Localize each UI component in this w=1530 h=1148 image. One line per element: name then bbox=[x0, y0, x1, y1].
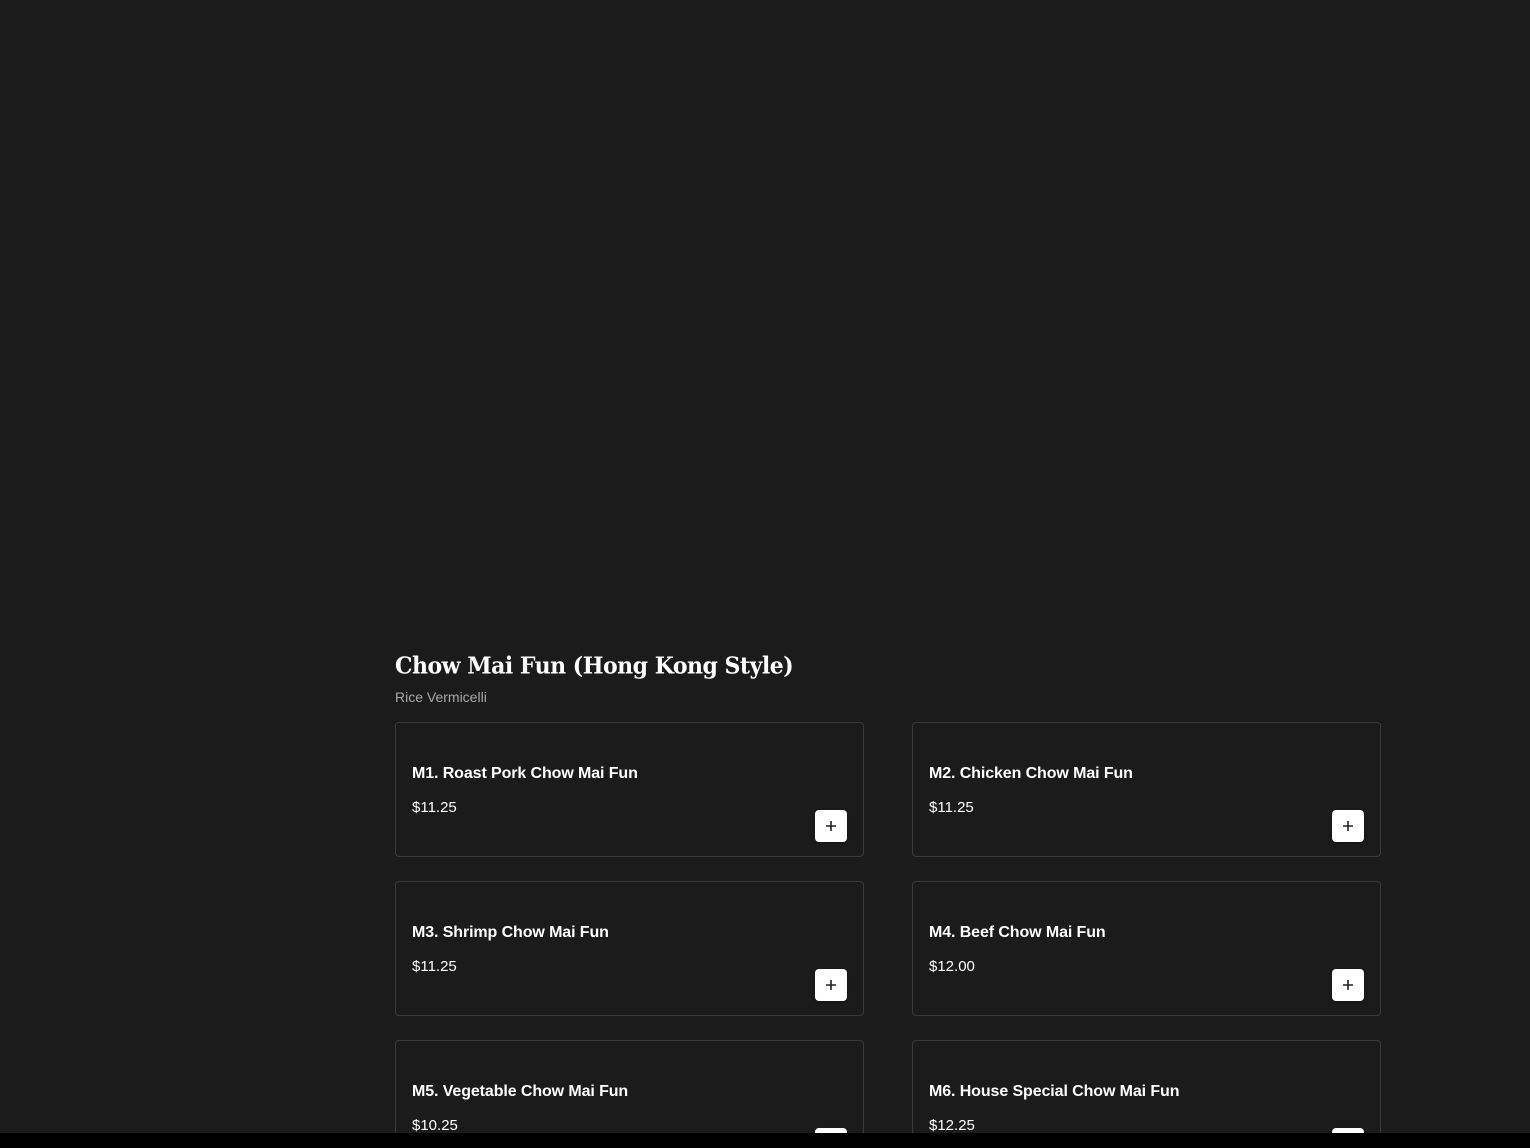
item-price: $12.00 bbox=[929, 958, 975, 975]
menu-items-grid: M1. Roast Pork Chow Mai Fun $11.25 M2. C… bbox=[395, 722, 1381, 1148]
item-name: M4. Beef Chow Mai Fun bbox=[929, 924, 1106, 941]
item-price: $11.25 bbox=[412, 958, 457, 975]
menu-section: Chow Mai Fun (Hong Kong Style) Rice Verm… bbox=[395, 650, 1381, 1148]
item-price: $11.25 bbox=[929, 799, 974, 816]
plus-icon bbox=[826, 980, 836, 990]
item-price: $10.25 bbox=[412, 1117, 458, 1134]
add-to-cart-button[interactable] bbox=[1332, 810, 1364, 842]
menu-item-card[interactable]: M2. Chicken Chow Mai Fun $11.25 bbox=[912, 722, 1381, 857]
bottom-bar bbox=[0, 1133, 1530, 1148]
section-subtitle: Rice Vermicelli bbox=[395, 689, 487, 705]
add-to-cart-button[interactable] bbox=[815, 810, 847, 842]
plus-icon bbox=[1343, 821, 1353, 831]
menu-item-card[interactable]: M6. House Special Chow Mai Fun $12.25 bbox=[912, 1040, 1381, 1148]
menu-page: Chow Mai Fun (Hong Kong Style) Rice Verm… bbox=[0, 0, 1530, 1148]
add-to-cart-button[interactable] bbox=[1332, 969, 1364, 1001]
item-price: $12.25 bbox=[929, 1117, 975, 1134]
plus-icon bbox=[1343, 980, 1353, 990]
section-title: Chow Mai Fun (Hong Kong Style) bbox=[395, 652, 794, 680]
item-name: M2. Chicken Chow Mai Fun bbox=[929, 765, 1133, 782]
item-name: M6. House Special Chow Mai Fun bbox=[929, 1083, 1180, 1100]
item-name: M3. Shrimp Chow Mai Fun bbox=[412, 924, 609, 941]
menu-item-card[interactable]: M1. Roast Pork Chow Mai Fun $11.25 bbox=[395, 722, 864, 857]
menu-item-card[interactable]: M3. Shrimp Chow Mai Fun $11.25 bbox=[395, 881, 864, 1016]
menu-item-card[interactable]: M4. Beef Chow Mai Fun $12.00 bbox=[912, 881, 1381, 1016]
item-name: M1. Roast Pork Chow Mai Fun bbox=[412, 765, 638, 782]
add-to-cart-button[interactable] bbox=[815, 969, 847, 1001]
plus-icon bbox=[826, 821, 836, 831]
item-price: $11.25 bbox=[412, 799, 457, 816]
menu-item-card[interactable]: M5. Vegetable Chow Mai Fun $10.25 bbox=[395, 1040, 864, 1148]
item-name: M5. Vegetable Chow Mai Fun bbox=[412, 1083, 629, 1100]
